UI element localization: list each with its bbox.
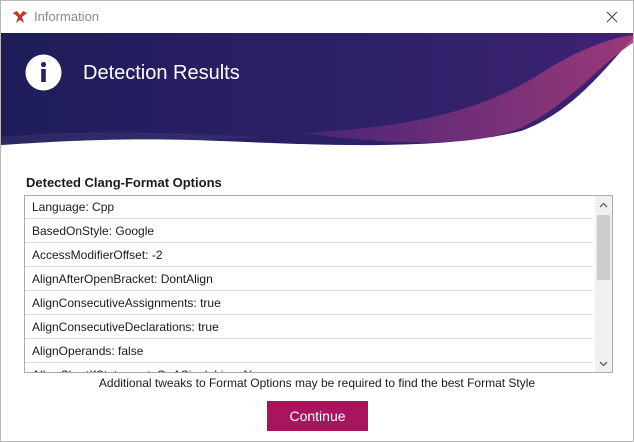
title-bar: Information bbox=[1, 1, 633, 33]
list-item[interactable]: AccessModifierOffset: -2 bbox=[25, 244, 593, 267]
dialog-heading: Detection Results bbox=[83, 62, 240, 84]
list-item[interactable]: Language: Cpp bbox=[25, 196, 593, 219]
chevron-down-icon bbox=[599, 361, 608, 366]
app-logo-icon bbox=[13, 11, 27, 23]
list-item[interactable]: AlignConsecutiveAssignments: true bbox=[25, 292, 593, 315]
continue-button[interactable]: Continue bbox=[267, 401, 368, 431]
header-banner bbox=[1, 33, 633, 146]
window-title: Information bbox=[34, 9, 100, 24]
list-item[interactable]: AlignConsecutiveDeclarations: true bbox=[25, 316, 593, 339]
scroll-down-button[interactable] bbox=[595, 355, 612, 372]
information-dialog: Information Detection Results Detected C… bbox=[0, 0, 634, 442]
close-button[interactable] bbox=[597, 3, 627, 31]
list-item[interactable]: AlignAfterOpenBracket: DontAlign bbox=[25, 268, 593, 291]
hint-text: Additional tweaks to Format Options may … bbox=[98, 376, 536, 390]
options-label: Detected Clang-Format Options bbox=[26, 175, 222, 190]
list-item[interactable]: AllowShortIfStatementsOnASingleLine: No bbox=[25, 364, 593, 372]
info-icon bbox=[25, 54, 62, 91]
scroll-up-button[interactable] bbox=[595, 196, 612, 213]
vertical-scrollbar[interactable] bbox=[595, 196, 612, 372]
scroll-thumb[interactable] bbox=[597, 215, 610, 280]
list-item[interactable]: AlignOperands: false bbox=[25, 340, 593, 363]
options-list[interactable]: Language: Cpp BasedOnStyle: Google Acces… bbox=[24, 195, 613, 373]
list-item[interactable]: BasedOnStyle: Google bbox=[25, 220, 593, 243]
close-icon bbox=[606, 11, 618, 23]
chevron-up-icon bbox=[599, 202, 608, 207]
